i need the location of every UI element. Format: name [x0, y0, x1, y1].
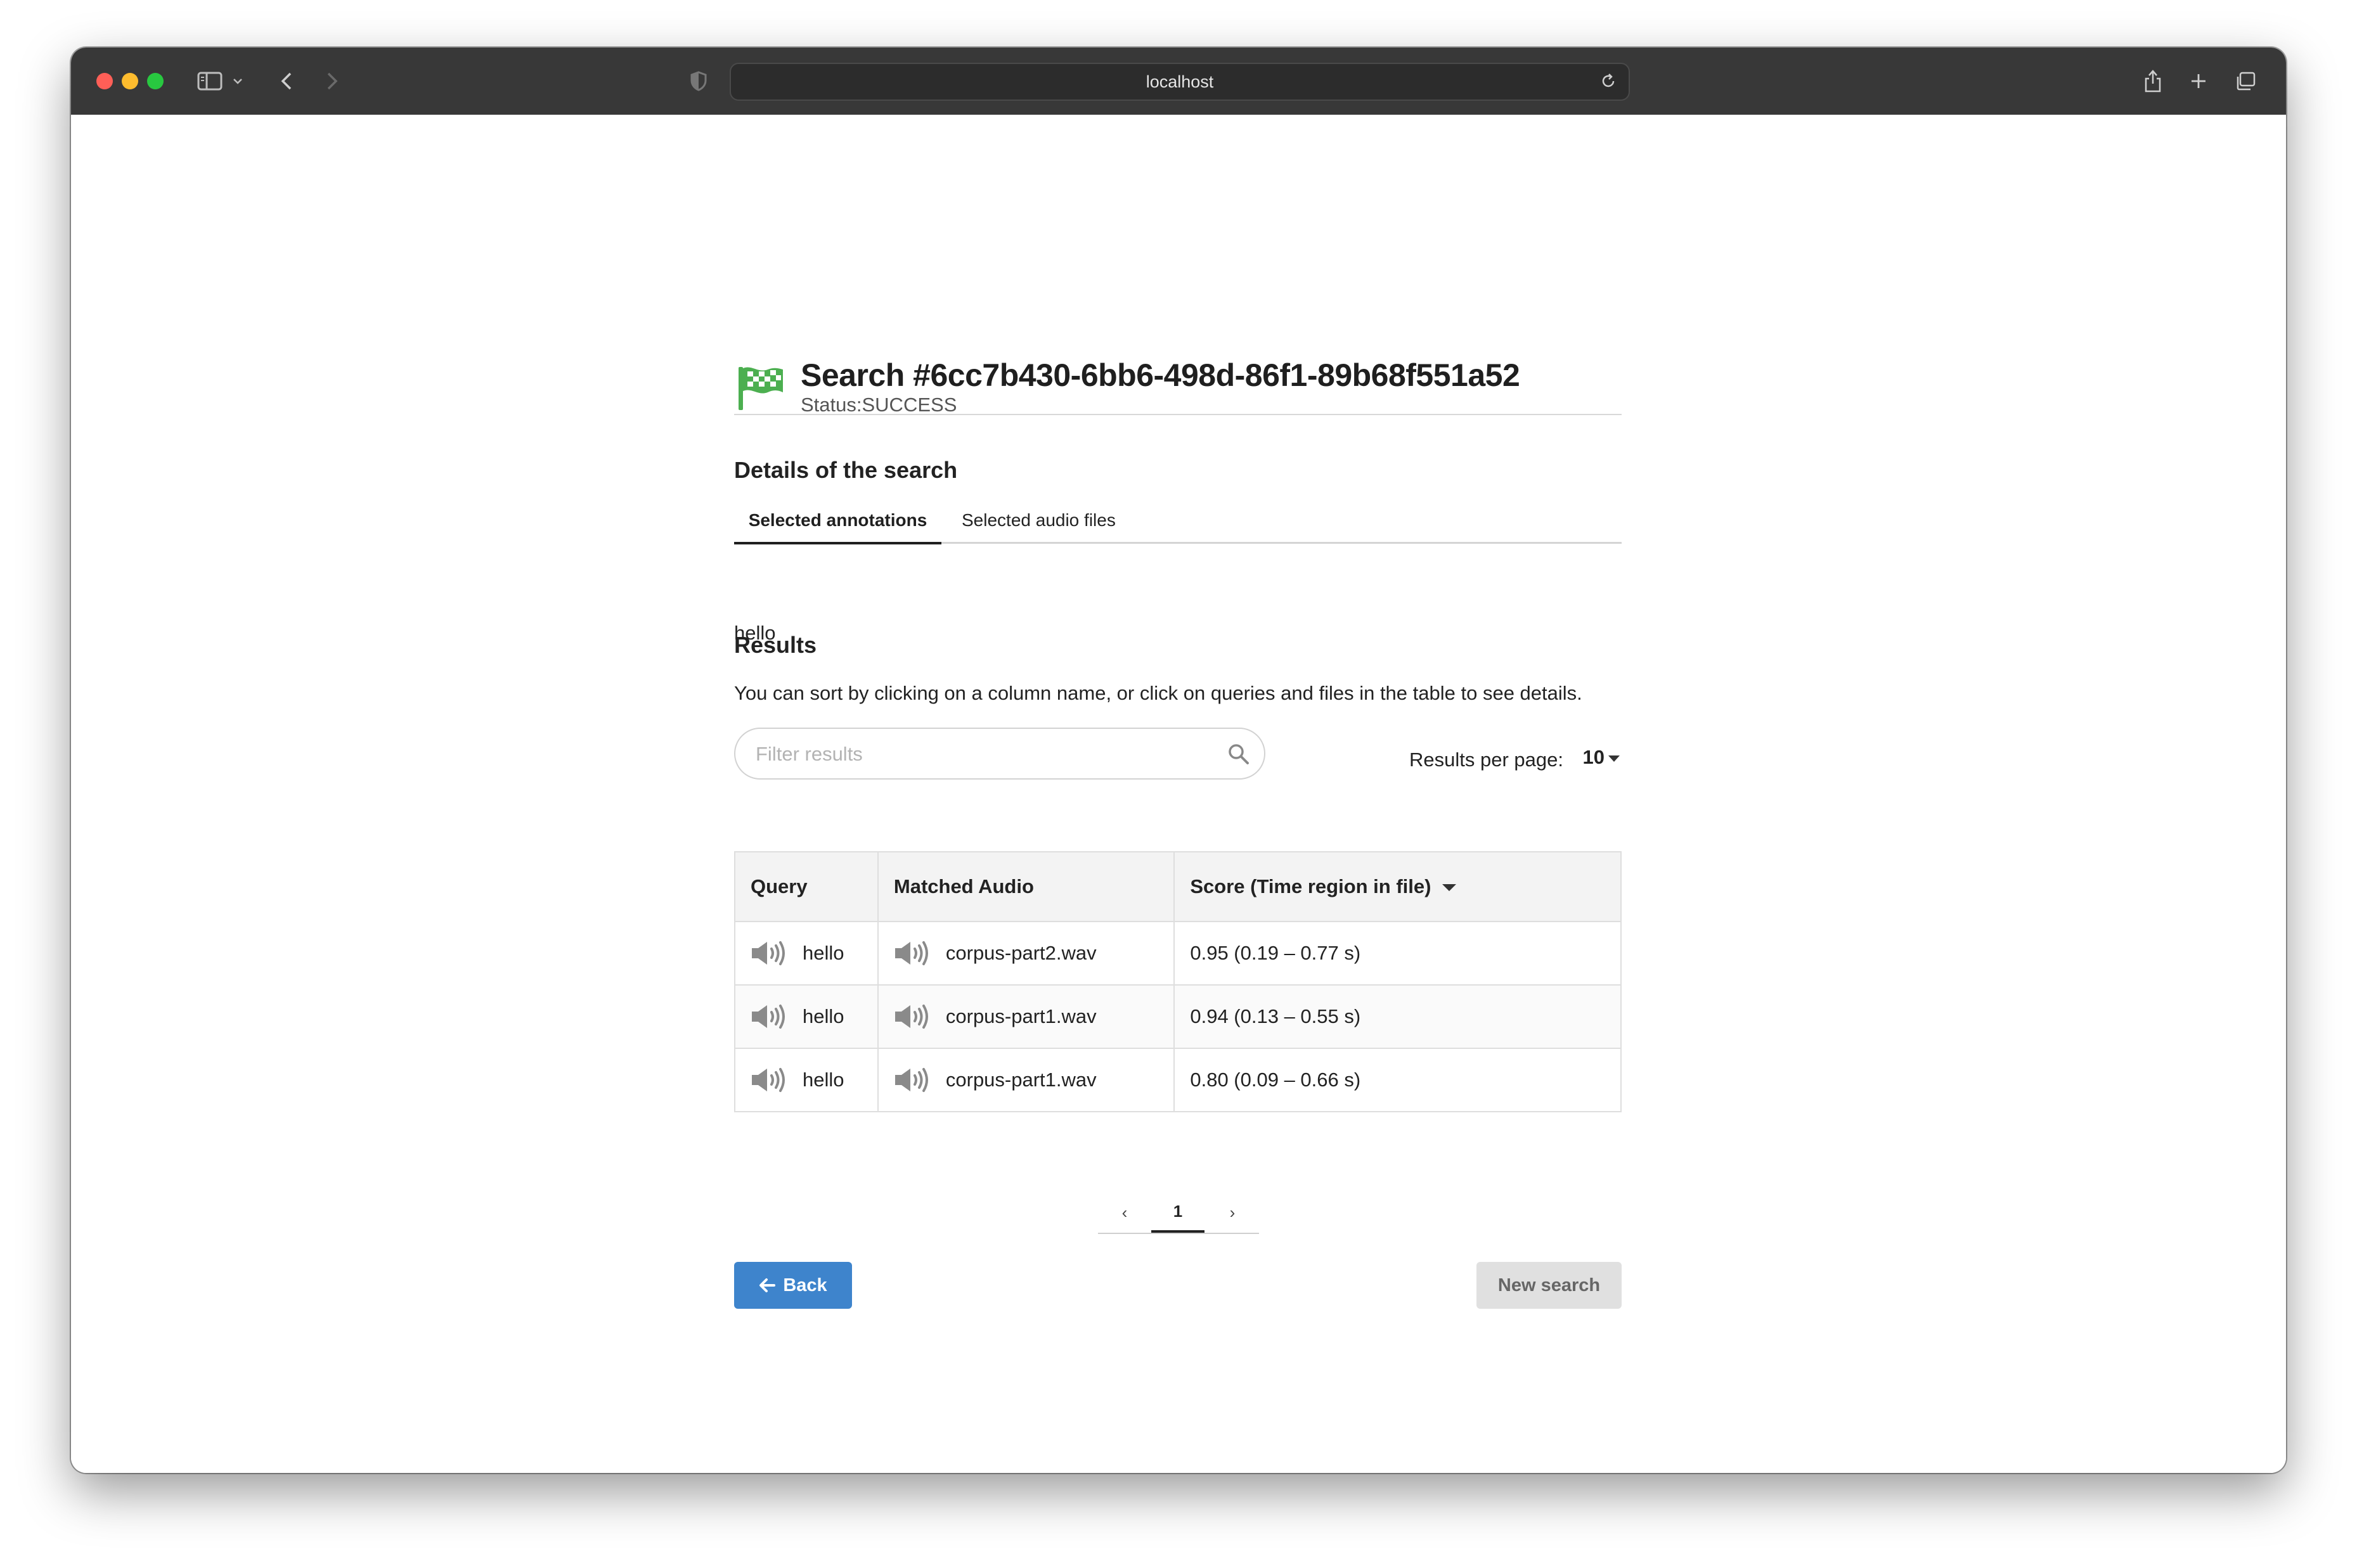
tab-selected-annotations[interactable]: Selected annotations	[734, 508, 941, 544]
query-text: hello	[803, 1005, 844, 1027]
tab-overview-icon[interactable]	[2233, 67, 2258, 96]
close-window-button[interactable]	[96, 73, 113, 89]
pagination-page-1[interactable]: 1	[1151, 1192, 1204, 1233]
browser-toolbar: localhost	[71, 48, 2286, 116]
query-text: hello	[803, 942, 844, 964]
table-header-row: Query Matched Audio Score (Time region i…	[734, 851, 1622, 922]
page-content: Search #6cc7b430-6bb6-498d-86f1-89b68f55…	[71, 115, 2286, 1473]
pagination: ‹ 1 ›	[1098, 1192, 1259, 1234]
audio-filename: corpus-part1.wav	[945, 1069, 1097, 1091]
forward-nav-icon[interactable]	[320, 67, 345, 96]
search-header: Search #6cc7b430-6bb6-498d-86f1-89b68f55…	[734, 356, 1622, 416]
back-button-label: Back	[783, 1275, 827, 1295]
column-score[interactable]: Score (Time region in file)	[1173, 851, 1622, 922]
results-per-page-select[interactable]: 10	[1430, 746, 1620, 769]
chevron-down-icon[interactable]	[231, 67, 245, 96]
query-cell[interactable]: hello	[734, 1048, 879, 1112]
back-button[interactable]: Back	[734, 1262, 852, 1309]
share-icon[interactable]	[2141, 67, 2164, 96]
pagination-prev[interactable]: ‹	[1098, 1192, 1151, 1233]
speaker-icon[interactable]	[894, 940, 931, 967]
audio-cell[interactable]: corpus-part1.wav	[877, 984, 1175, 1049]
audio-cell[interactable]: corpus-part1.wav	[877, 1048, 1175, 1112]
new-search-button[interactable]: New search	[1476, 1262, 1622, 1309]
query-cell[interactable]: hello	[734, 921, 879, 986]
filter-results-input[interactable]	[754, 738, 1213, 771]
audio-filename: corpus-part1.wav	[945, 1005, 1097, 1027]
speaker-icon[interactable]	[894, 1003, 931, 1030]
details-heading: Details of the search	[734, 457, 958, 483]
speaker-icon[interactable]	[751, 1067, 787, 1093]
column-query[interactable]: Query	[734, 851, 879, 922]
score-cell: 0.80 (0.09 – 0.66 s)	[1173, 1048, 1622, 1112]
new-tab-icon[interactable]	[2187, 67, 2210, 96]
results-table: Query Matched Audio Score (Time region i…	[734, 851, 1622, 1112]
score-cell: 0.95 (0.19 – 0.77 s)	[1173, 921, 1622, 986]
query-text: hello	[803, 1069, 844, 1091]
audio-filename: corpus-part2.wav	[945, 942, 1097, 964]
pagination-next[interactable]: ›	[1206, 1192, 1259, 1233]
back-nav-icon[interactable]	[274, 67, 299, 96]
table-row: hello corpus-part2.wav 0.95 (0.19 – 0.77…	[734, 921, 1622, 986]
table-row: hello corpus-part1.wav 0.94 (0.13 – 0.55…	[734, 984, 1622, 1049]
url-text: localhost	[1146, 72, 1214, 91]
privacy-shield-icon[interactable]	[689, 67, 708, 96]
results-per-page-value: 10	[1582, 746, 1605, 768]
speaker-icon[interactable]	[751, 940, 787, 967]
results-heading: Results	[734, 632, 817, 658]
table-row: hello corpus-part1.wav 0.80 (0.09 – 0.66…	[734, 1048, 1622, 1112]
results-hint: You can sort by clicking on a column nam…	[734, 682, 1582, 704]
details-tabs: Selected annotations Selected audio file…	[734, 508, 1622, 544]
status-text: Status:SUCCESS	[801, 394, 957, 416]
caret-down-icon	[1608, 755, 1620, 762]
search-icon[interactable]	[1227, 743, 1250, 766]
query-cell[interactable]: hello	[734, 984, 879, 1049]
speaker-icon[interactable]	[751, 1003, 787, 1030]
filter-results-field[interactable]	[734, 728, 1265, 780]
zoom-window-button[interactable]	[147, 73, 164, 89]
reload-icon[interactable]	[1597, 67, 1620, 96]
sidebar-toggle-icon[interactable]	[195, 67, 224, 96]
speaker-icon[interactable]	[894, 1067, 931, 1093]
page-title: Search #6cc7b430-6bb6-498d-86f1-89b68f55…	[801, 357, 1520, 393]
sort-desc-icon[interactable]	[1442, 884, 1457, 892]
score-cell: 0.94 (0.13 – 0.55 s)	[1173, 984, 1622, 1049]
column-score-label: Score (Time region in file)	[1190, 875, 1431, 897]
arrow-left-icon	[759, 1278, 776, 1292]
audio-cell[interactable]: corpus-part2.wav	[877, 921, 1175, 986]
tab-selected-audio-files[interactable]: Selected audio files	[962, 508, 1116, 542]
checkered-flag-icon	[739, 367, 783, 410]
column-matched-audio[interactable]: Matched Audio	[877, 851, 1175, 922]
browser-window: localhost Search #6cc7b430-6bb6-498d-86f…	[71, 48, 2286, 1473]
minimize-window-button[interactable]	[122, 73, 138, 89]
address-bar[interactable]: localhost	[730, 63, 1630, 101]
